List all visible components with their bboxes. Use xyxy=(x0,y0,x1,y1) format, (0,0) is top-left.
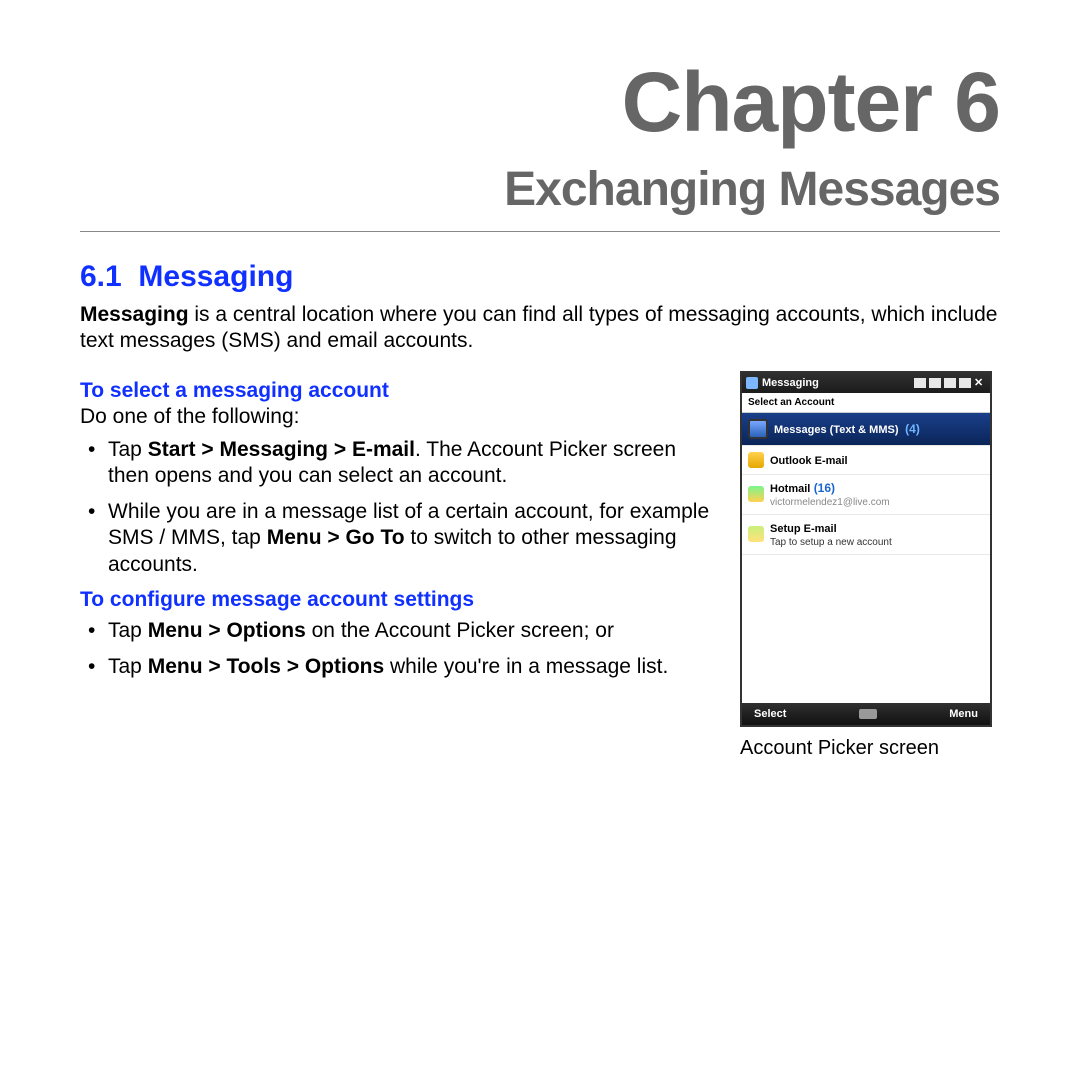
intro-paragraph: Messaging is a central location where yo… xyxy=(80,302,1000,355)
softkey-left: Select xyxy=(754,708,786,720)
phone-softkey-bar: Select Menu xyxy=(742,703,990,725)
account-row-hotmail: Hotmail (16) victormelendez1@live.com xyxy=(742,475,990,515)
phone-statusbar: Messaging ✕ xyxy=(742,373,990,393)
section-heading: 6.1 Messaging xyxy=(80,260,1000,294)
keyboard-icon xyxy=(859,709,877,719)
chapter-title: Chapter 6 xyxy=(80,60,1000,144)
phone-list-header: Select an Account xyxy=(742,393,990,413)
list-item: While you are in a message list of a cer… xyxy=(80,499,716,578)
signal-icon xyxy=(929,378,941,388)
config-bullet-list: Tap Menu > Options on the Account Picker… xyxy=(80,618,716,681)
do-one-text: Do one of the following: xyxy=(80,405,716,429)
section-number: 6.1 xyxy=(80,260,122,293)
phone-app-title: Messaging xyxy=(762,377,819,389)
account-row-outlook: Outlook E-mail xyxy=(742,446,990,475)
document-page: Chapter 6 Exchanging Messages 6.1 Messag… xyxy=(0,0,1080,1080)
account-row-textmms: Messages (Text & MMS) (4) xyxy=(742,413,990,446)
mail-icon xyxy=(748,452,764,468)
softkey-right: Menu xyxy=(949,708,978,720)
list-item: Tap Menu > Options on the Account Picker… xyxy=(80,618,716,644)
list-item: Tap Menu > Tools > Options while you're … xyxy=(80,654,716,680)
phone-icon xyxy=(748,419,768,439)
new-mail-icon xyxy=(748,526,764,542)
phone-empty-area xyxy=(742,555,990,703)
divider xyxy=(80,231,1000,232)
configure-heading: To configure message account settings xyxy=(80,588,716,612)
select-account-heading: To select a messaging account xyxy=(80,379,716,403)
select-bullet-list: Tap Start > Messaging > E-mail. The Acco… xyxy=(80,437,716,578)
intro-rest: is a central location where you can find… xyxy=(80,303,997,352)
phone-screenshot: Messaging ✕ Select an Account Messages (… xyxy=(740,371,1000,760)
start-icon xyxy=(746,377,758,389)
chapter-header: Chapter 6 Exchanging Messages xyxy=(80,60,1000,217)
phone-caption: Account Picker screen xyxy=(740,737,1000,760)
network-3g-icon xyxy=(914,378,926,388)
windows-icon xyxy=(748,486,764,502)
intro-bold: Messaging xyxy=(80,303,189,326)
chapter-subtitle: Exchanging Messages xyxy=(80,162,1000,217)
section-title: Messaging xyxy=(138,260,293,293)
volume-icon xyxy=(944,378,956,388)
list-item: Tap Start > Messaging > E-mail. The Acco… xyxy=(80,437,716,490)
account-row-setup: Setup E-mail Tap to setup a new account xyxy=(742,515,990,555)
battery-icon xyxy=(959,378,971,388)
close-icon: ✕ xyxy=(974,378,986,388)
